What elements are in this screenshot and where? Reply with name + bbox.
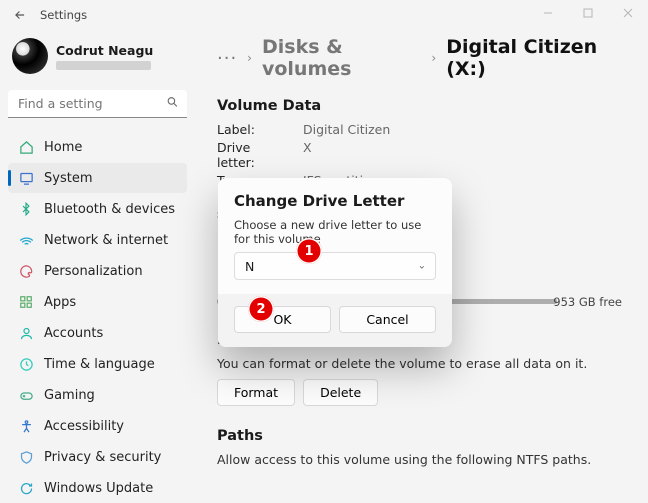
- minimize-button[interactable]: [528, 0, 568, 26]
- select-value: N: [245, 259, 254, 274]
- time-icon: [18, 356, 34, 372]
- sidebar-item-system[interactable]: System: [8, 163, 187, 193]
- annotation-1: 1: [296, 238, 322, 264]
- cancel-button[interactable]: Cancel: [339, 306, 436, 333]
- profile-email-redacted: [56, 61, 151, 70]
- kv-value: Digital Citizen: [303, 122, 390, 137]
- sidebar-item-label: Personalization: [44, 264, 143, 279]
- sidebar-item-update[interactable]: Windows Update: [8, 473, 187, 503]
- profile-block[interactable]: Codrut Neagu: [8, 34, 187, 84]
- search-container: [8, 90, 187, 118]
- sidebar-item-label: Network & internet: [44, 233, 168, 248]
- accounts-icon: [18, 325, 34, 341]
- avatar: [12, 38, 48, 74]
- sidebar-item-bluetooth[interactable]: Bluetooth & devices: [8, 194, 187, 224]
- sidebar-item-label: System: [44, 171, 92, 186]
- sidebar-item-personalization[interactable]: Personalization: [8, 256, 187, 286]
- kv-value: X: [303, 140, 312, 170]
- breadcrumb-more[interactable]: ···: [217, 48, 237, 69]
- sidebar-item-privacy[interactable]: Privacy & security: [8, 442, 187, 472]
- annotation-2: 2: [248, 296, 274, 322]
- sidebar-item-time[interactable]: Time & language: [8, 349, 187, 379]
- window-title: Settings: [40, 8, 87, 22]
- kv-key: Label:: [217, 122, 289, 137]
- update-icon: [18, 480, 34, 496]
- kv-key: Drive letter:: [217, 140, 289, 170]
- profile-name: Codrut Neagu: [56, 43, 153, 58]
- section-volume-data: Volume Data: [217, 98, 624, 114]
- system-icon: [18, 170, 34, 186]
- sidebar-item-label: Gaming: [44, 388, 95, 403]
- sidebar-item-label: Accessibility: [44, 419, 124, 434]
- sidebar-item-label: Accounts: [44, 326, 103, 341]
- dialog-prompt: Choose a new drive letter to use for thi…: [234, 218, 436, 246]
- back-button[interactable]: [8, 3, 32, 27]
- drive-letter-select[interactable]: N ⌄: [234, 252, 436, 280]
- kv-row: Label: Digital Citizen: [217, 122, 624, 137]
- kv-row: Drive letter: X: [217, 140, 624, 170]
- privacy-icon: [18, 449, 34, 465]
- paths-desc: Allow access to this volume using the fo…: [217, 452, 624, 467]
- sidebar-item-home[interactable]: Home: [8, 132, 187, 162]
- sidebar-item-label: Home: [44, 140, 82, 155]
- sidebar-item-gaming[interactable]: Gaming: [8, 380, 187, 410]
- delete-button[interactable]: Delete: [303, 379, 378, 406]
- sidebar-item-accounts[interactable]: Accounts: [8, 318, 187, 348]
- format-button[interactable]: Format: [217, 379, 295, 406]
- chevron-right-icon: ›: [431, 51, 436, 65]
- maximize-button[interactable]: [568, 0, 608, 26]
- chevron-right-icon: ›: [247, 51, 252, 65]
- gaming-icon: [18, 387, 34, 403]
- chevron-down-icon: ⌄: [418, 261, 426, 272]
- sidebar-item-label: Windows Update: [44, 481, 153, 496]
- section-paths: Paths: [217, 428, 624, 444]
- home-icon: [18, 139, 34, 155]
- close-button[interactable]: [608, 0, 648, 26]
- sidebar-item-label: Apps: [44, 295, 76, 310]
- sidebar-item-apps[interactable]: Apps: [8, 287, 187, 317]
- format-desc: You can format or delete the volume to e…: [217, 356, 624, 371]
- apps-icon: [18, 294, 34, 310]
- sidebar-item-label: Time & language: [44, 357, 155, 372]
- breadcrumb-current: Digital Citizen (X:): [446, 36, 624, 80]
- bluetooth-icon: [18, 201, 34, 217]
- storage-free-text: 953 GB free: [553, 295, 622, 309]
- sidebar-item-accessibility[interactable]: Accessibility: [8, 411, 187, 441]
- dialog-title: Change Drive Letter: [234, 192, 436, 210]
- sidebar-item-label: Privacy & security: [44, 450, 161, 465]
- search-input[interactable]: [8, 90, 187, 118]
- network-icon: [18, 232, 34, 248]
- search-icon: [166, 96, 179, 113]
- accessibility-icon: [18, 418, 34, 434]
- breadcrumb-parent[interactable]: Disks & volumes: [262, 36, 421, 80]
- personalize-icon: [18, 263, 34, 279]
- breadcrumb: ··· › Disks & volumes › Digital Citizen …: [217, 30, 624, 92]
- change-drive-letter-dialog: Change Drive Letter Choose a new drive l…: [218, 178, 452, 347]
- sidebar-item-network[interactable]: Network & internet: [8, 225, 187, 255]
- sidebar-item-label: Bluetooth & devices: [44, 202, 175, 217]
